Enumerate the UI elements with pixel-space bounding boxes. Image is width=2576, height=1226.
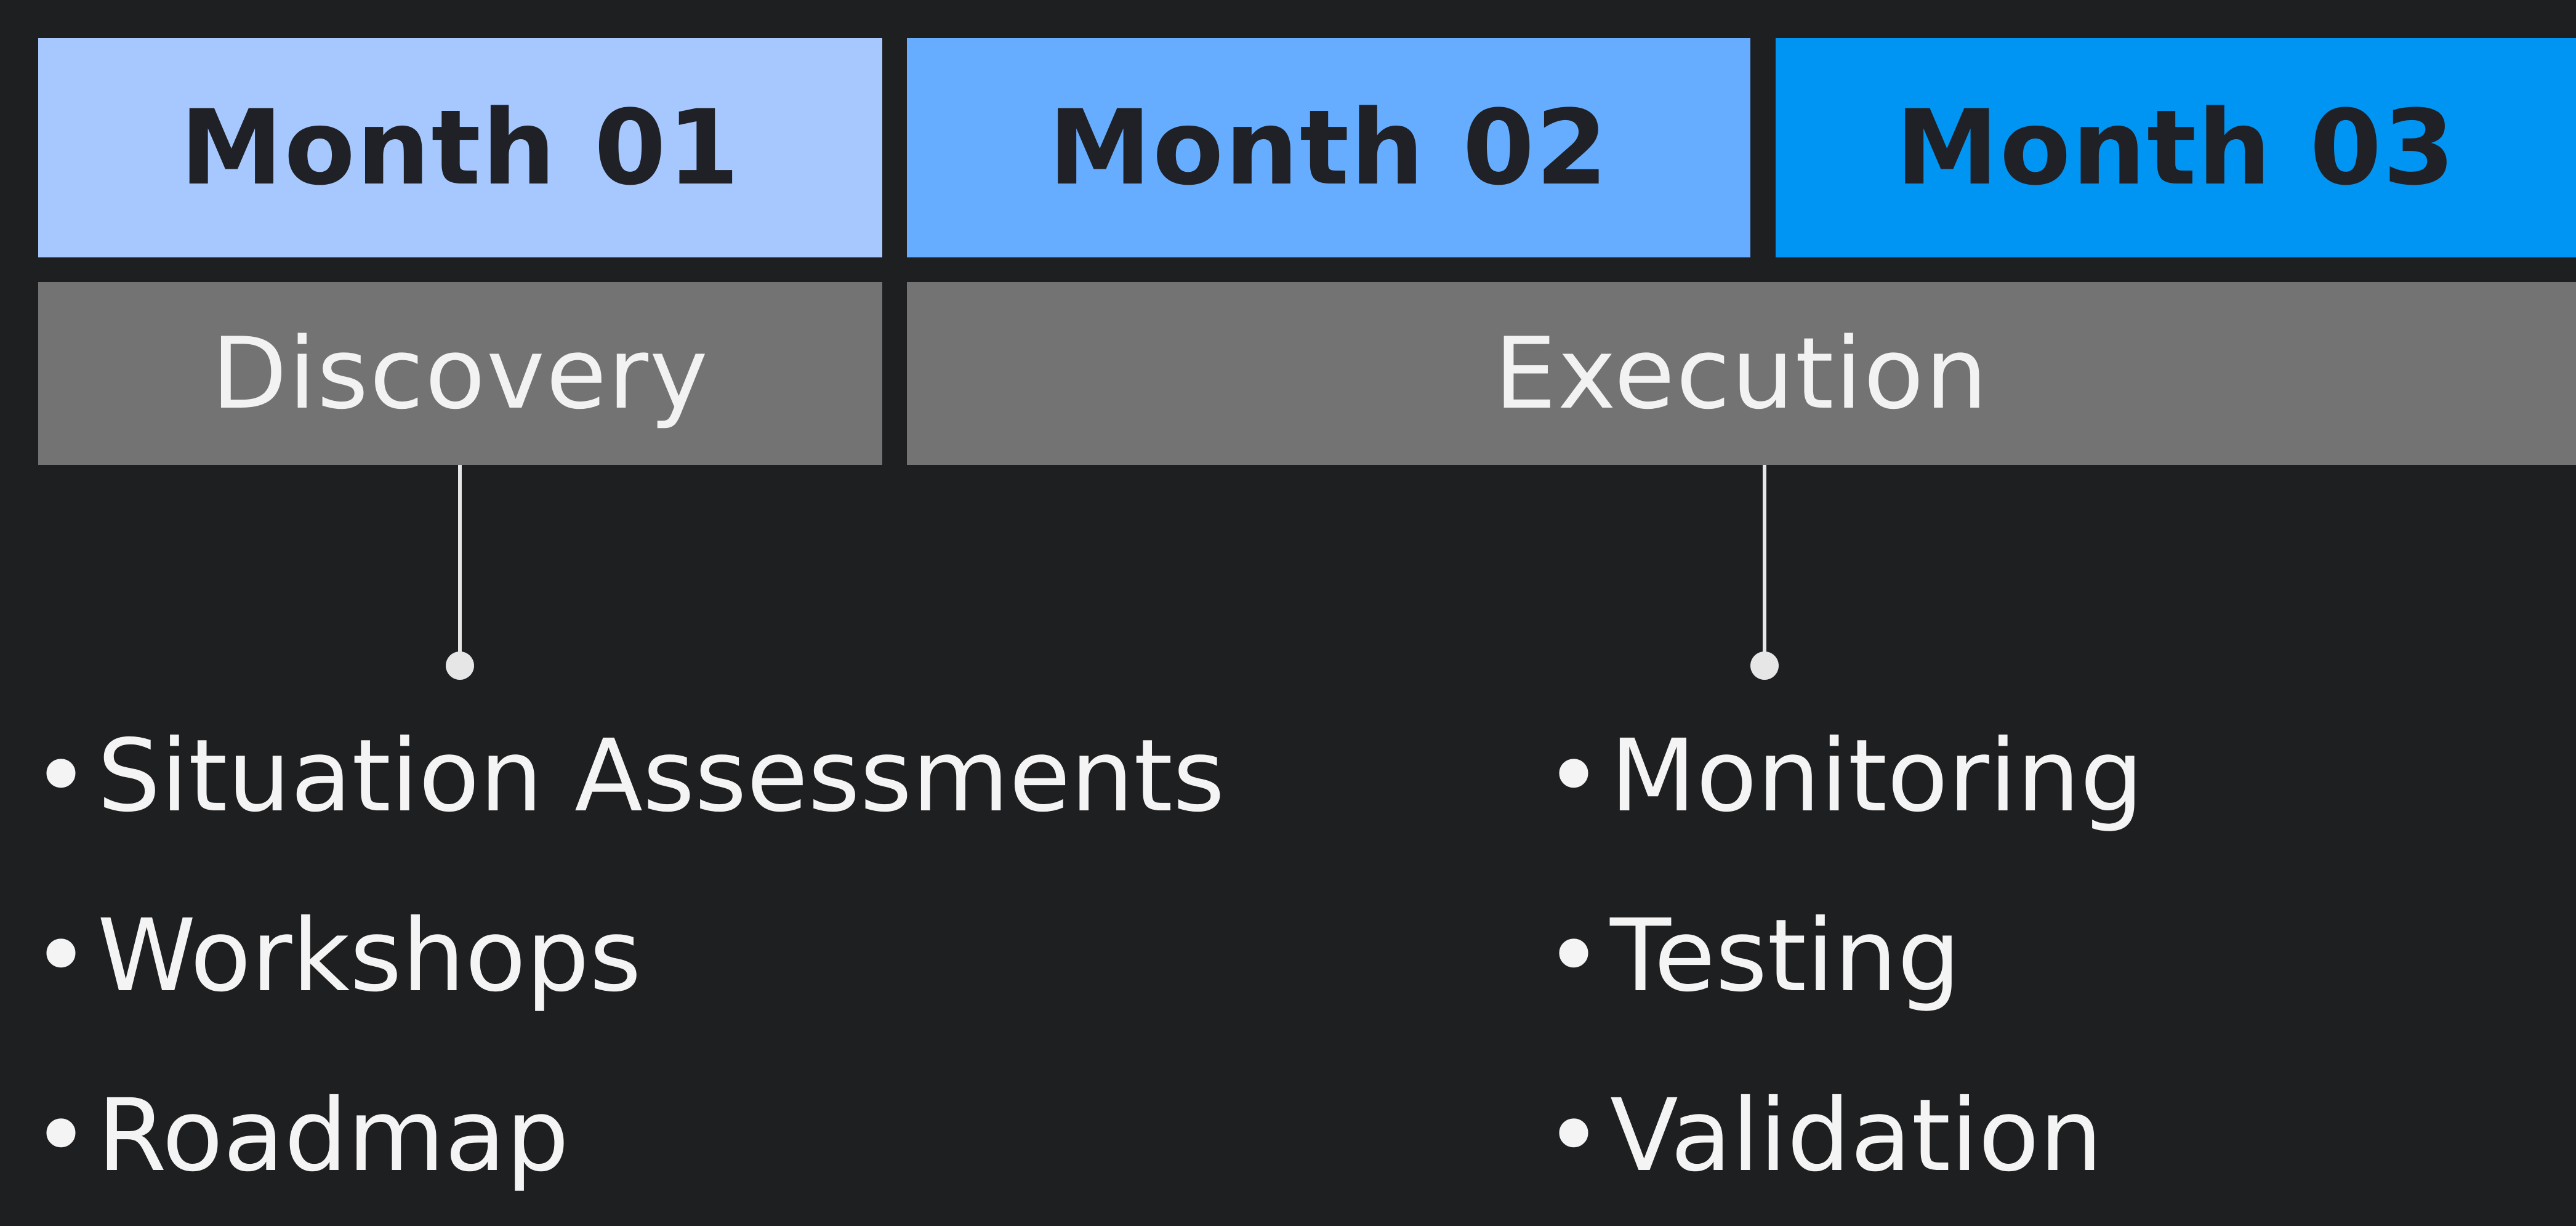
phase-execution-bar: Execution	[907, 282, 2576, 465]
execution-connector-line	[1763, 465, 1766, 665]
list-item: Testing	[1537, 866, 2143, 1046]
execution-connector-dot	[1750, 651, 1779, 680]
month-03-label: Month 03	[1895, 87, 2457, 208]
month-01-header: Month 01	[38, 38, 882, 257]
list-item: Monitoring	[1537, 687, 2143, 866]
list-item: Roadmap	[25, 1046, 1225, 1226]
phase-discovery-label: Discovery	[211, 316, 709, 431]
list-item: Validation	[1537, 1046, 2143, 1226]
execution-activity-list: Monitoring Testing Validation	[1537, 687, 2143, 1226]
month-03-header: Month 03	[1776, 38, 2576, 257]
month-02-header: Month 02	[907, 38, 1750, 257]
list-item: Situation Assessments	[25, 687, 1225, 866]
discovery-connector-line	[458, 465, 462, 665]
phase-discovery-bar: Discovery	[38, 282, 882, 465]
discovery-connector-dot	[446, 651, 474, 680]
month-01-label: Month 01	[180, 87, 741, 208]
month-02-label: Month 02	[1048, 87, 1609, 208]
phase-execution-label: Execution	[1494, 316, 1989, 431]
list-item: Workshops	[25, 866, 1225, 1046]
discovery-activity-list: Situation Assessments Workshops Roadmap	[25, 687, 1225, 1226]
